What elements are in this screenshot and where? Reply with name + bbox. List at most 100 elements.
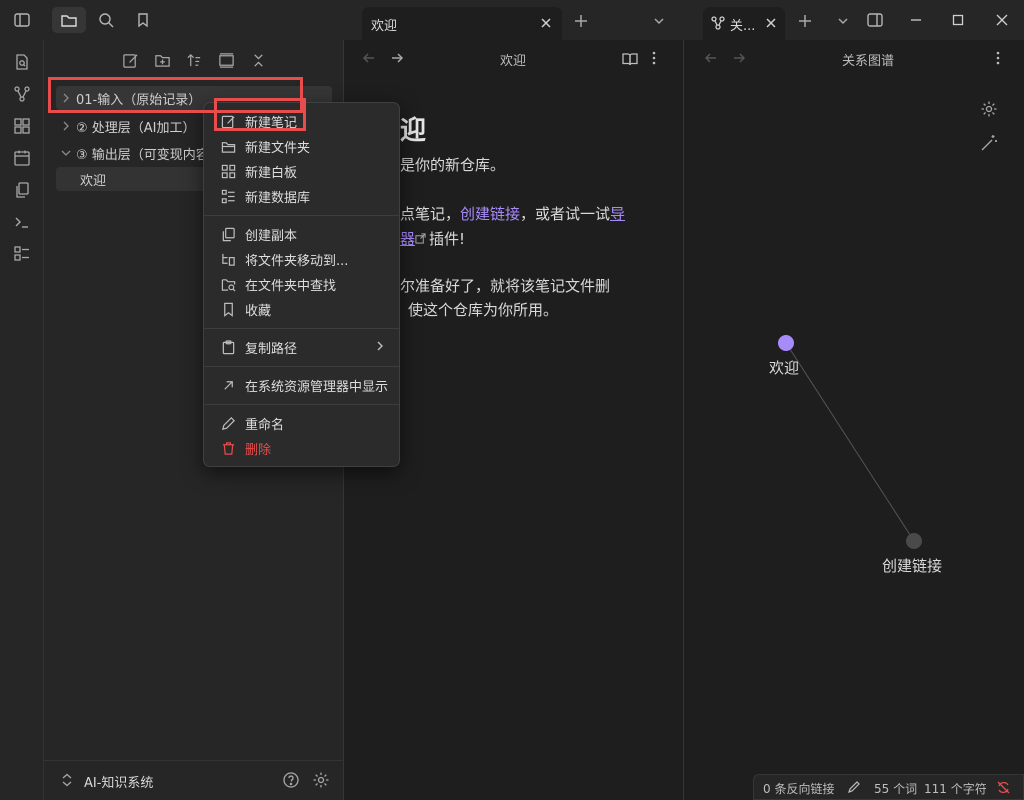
settings-icon[interactable] — [312, 771, 330, 789]
menu-label: 在系统资源管理器中显示 — [245, 379, 389, 395]
new-folder-icon[interactable] — [150, 48, 174, 72]
note-line-5: 使这个仓库为你所用。 — [408, 301, 559, 319]
menu-label: 创建副本 — [245, 228, 298, 244]
folder-search-icon — [217, 272, 239, 296]
tab-graph[interactable]: 关... — [703, 7, 785, 40]
graph-canvas[interactable] — [684, 40, 1024, 760]
sync-error-icon[interactable] — [996, 780, 1011, 795]
chevron-down-icon[interactable] — [831, 9, 855, 33]
back-arrow-icon[interactable] — [362, 51, 376, 65]
left-ribbon — [0, 40, 44, 800]
menu-new-folder[interactable]: 新建文件夹 — [209, 134, 394, 158]
calendar-icon[interactable] — [10, 146, 34, 170]
chevron-down-icon[interactable] — [647, 9, 671, 33]
menu-delete[interactable]: 删除 — [209, 436, 394, 460]
chevron-down-icon — [56, 141, 76, 165]
arrow-up-right-icon — [217, 373, 239, 397]
menu-divider — [204, 366, 399, 367]
more-options-icon[interactable] — [652, 51, 656, 65]
menu-new-canvas[interactable]: 新建白板 — [209, 159, 394, 183]
terminal-icon[interactable] — [10, 210, 34, 234]
menu-label: 复制路径 — [245, 341, 298, 357]
trash-icon — [217, 436, 239, 460]
files-tab-button[interactable] — [52, 7, 86, 33]
toggle-sidebar-icon[interactable] — [10, 8, 34, 32]
bookmark-icon — [217, 297, 239, 321]
menu-move-folder[interactable]: 将文件夹移动到... — [209, 247, 394, 271]
tab-welcome[interactable]: 欢迎 — [362, 7, 562, 40]
note-text: 插件! — [429, 230, 466, 248]
tab-welcome-label: 欢迎 — [371, 19, 398, 34]
menu-copy-path[interactable]: 复制路径 — [209, 335, 394, 359]
clipboard-icon — [217, 335, 239, 359]
menu-divider — [204, 328, 399, 329]
new-note-icon[interactable] — [118, 48, 142, 72]
copy-icon[interactable] — [10, 178, 34, 202]
menu-divider — [204, 404, 399, 405]
menu-find-in-folder[interactable]: 在文件夹中查找 — [209, 272, 394, 296]
folder-icon — [60, 11, 78, 29]
menu-show-in-explorer[interactable]: 在系统资源管理器中显示 — [209, 373, 394, 397]
editor-header-title: 欢迎 — [500, 54, 527, 69]
new-tab-icon[interactable] — [569, 9, 593, 33]
pencil-icon — [217, 411, 239, 435]
canvas-icon[interactable] — [10, 114, 34, 138]
create-link-link[interactable]: 创建链接 — [460, 205, 520, 223]
char-count: 111 个字符 — [924, 782, 987, 796]
note-text: ，或者试一试 — [520, 205, 611, 223]
vault-switch-icon[interactable] — [60, 773, 74, 787]
plugin-link[interactable]: 导 — [610, 205, 625, 223]
sort-icon[interactable] — [182, 48, 206, 72]
search-icon[interactable] — [94, 8, 118, 32]
menu-rename[interactable]: 重命名 — [209, 411, 394, 435]
note-text: 点笔记， — [400, 205, 461, 223]
menu-label: 删除 — [245, 442, 272, 458]
menu-label: 新建白板 — [245, 165, 298, 181]
vault-footer: AI-知识系统 — [44, 760, 344, 800]
plugin-link[interactable]: 器 — [400, 230, 415, 248]
graph-pane: 关系图谱 欢迎 创建链接 — [684, 40, 1024, 800]
menu-label: 收藏 — [245, 303, 272, 319]
graph-node-label: 欢迎 — [769, 359, 800, 377]
maximize-icon[interactable] — [946, 8, 970, 32]
menu-label: 新建数据库 — [245, 190, 311, 206]
auto-reveal-icon[interactable] — [214, 48, 238, 72]
vault-name[interactable]: AI-知识系统 — [84, 772, 153, 791]
close-icon[interactable] — [536, 13, 556, 33]
minimize-icon[interactable] — [904, 8, 928, 32]
highlight-box-new-note — [214, 98, 306, 131]
title-bar: 欢迎 关... — [0, 0, 1024, 40]
edit-mode-icon[interactable] — [847, 780, 861, 794]
graph-node-create-link[interactable] — [906, 533, 922, 549]
move-icon — [217, 247, 239, 271]
toggle-right-sidebar-icon[interactable] — [863, 8, 887, 32]
collapse-all-icon[interactable] — [246, 48, 270, 72]
database-icon — [217, 184, 239, 208]
menu-divider — [204, 215, 399, 216]
backlinks-count[interactable]: 0 条反向链接 — [763, 780, 834, 797]
status-bar: 0 条反向链接 55 个词 111 个字符 — [753, 774, 1024, 800]
menu-duplicate[interactable]: 创建副本 — [209, 222, 394, 246]
menu-label: 在文件夹中查找 — [245, 278, 337, 294]
tab-graph-label: 关... — [730, 19, 756, 34]
folder-label: ② 处理层（AI加工） — [76, 120, 196, 136]
window-close-icon[interactable] — [990, 8, 1014, 32]
new-tab-icon[interactable] — [793, 9, 817, 33]
menu-label: 将文件夹移动到... — [245, 253, 349, 269]
menu-new-database[interactable]: 新建数据库 — [209, 184, 394, 208]
quick-switcher-icon[interactable] — [10, 50, 34, 74]
graph-icon — [711, 16, 725, 30]
graph-node-welcome[interactable] — [778, 335, 794, 351]
graph-view-icon[interactable] — [10, 82, 34, 106]
forward-arrow-icon[interactable] — [390, 51, 404, 65]
help-icon[interactable] — [282, 771, 300, 789]
canvas-icon — [217, 159, 239, 183]
bookmark-icon[interactable] — [131, 8, 155, 32]
database-icon[interactable] — [10, 242, 34, 266]
graph-node-label: 创建链接 — [882, 557, 943, 575]
reading-view-icon[interactable] — [622, 51, 638, 67]
menu-bookmark[interactable]: 收藏 — [209, 297, 394, 321]
chevron-right-icon — [375, 340, 385, 352]
menu-label: 重命名 — [245, 417, 285, 433]
close-icon[interactable] — [761, 13, 781, 33]
